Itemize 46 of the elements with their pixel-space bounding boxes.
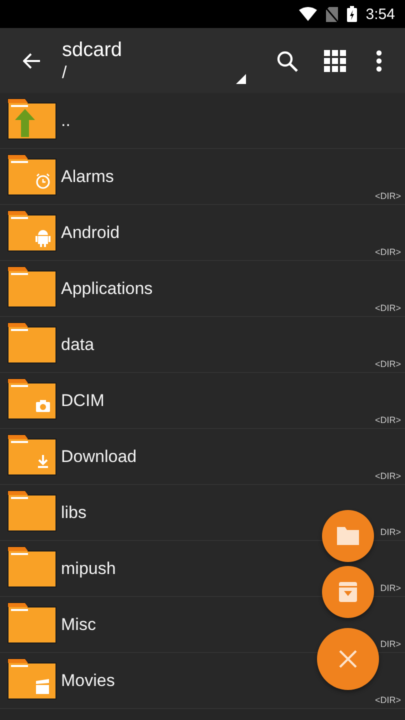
folder-icon [7,490,57,532]
folder-download-icon [7,434,57,476]
file-name: data [61,334,94,354]
battery-charging-icon [346,6,357,22]
folder-icon [7,266,57,308]
archive-icon [339,582,357,602]
folder-up-icon [7,98,57,140]
file-type-label: <DIR> [374,191,401,201]
folder-camera-icon [7,378,57,420]
folder-clapper-icon [7,658,57,700]
file-name: .. [61,110,70,130]
back-arrow-icon [23,52,41,68]
file-name: Android [61,222,120,242]
no-sim-icon [326,6,338,22]
file-type-label: <DIR> [374,247,401,257]
file-type-label: DIR> [380,527,401,537]
more-icon [376,50,382,72]
close-icon [339,650,357,668]
file-name: mipush [61,558,116,578]
folder-icon [7,322,57,364]
file-name: libs [61,502,87,522]
folder-icon [337,527,359,545]
file-type-label: <DIR> [374,303,401,313]
path-dropdown[interactable]: / [62,62,67,84]
file-type-label: <DIR> [374,695,401,705]
folder-alarm-icon [7,154,57,196]
file-type-label: <DIR> [374,471,401,481]
file-name: Download [61,446,137,466]
file-name: Movies [61,670,115,690]
wifi-icon [298,7,317,21]
grid-icon [324,50,346,72]
file-type-label: <DIR> [374,359,401,369]
file-name: Applications [61,278,153,298]
status-time: 3:54 [366,6,395,22]
file-name: Alarms [61,166,114,186]
folder-icon [7,602,57,644]
file-type-label: DIR> [380,583,401,593]
folder-robot-icon [7,210,57,252]
dropdown-corner-icon [236,74,246,84]
file-type-label: <DIR> [374,415,401,425]
file-name: DCIM [61,390,104,410]
toolbar-title: sdcard [62,38,122,62]
folder-icon [7,546,57,588]
file-type-label: DIR> [380,639,401,649]
search-icon [276,50,298,72]
file-name: Misc [61,614,96,634]
